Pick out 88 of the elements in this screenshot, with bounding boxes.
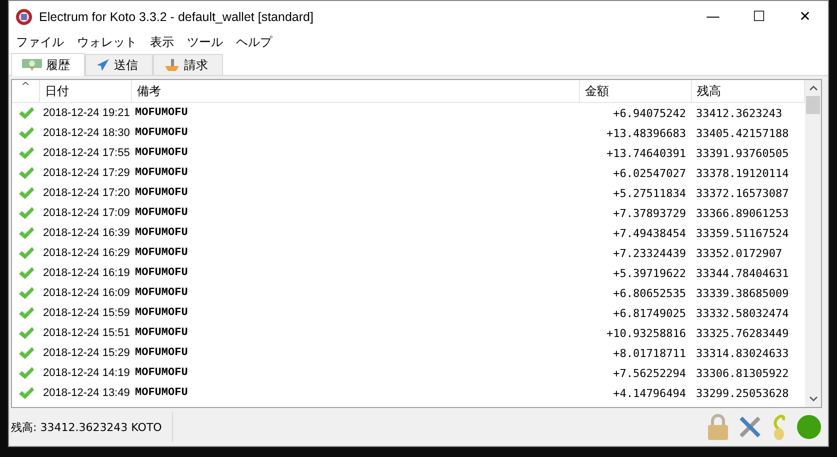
table-cell-text: +4.14796494: [612, 386, 687, 400]
table-cell-text: +6.81749025: [612, 306, 687, 320]
table-cell-text: MOFUMOFU: [134, 367, 189, 379]
banknote-icon: [22, 58, 42, 72]
table-cell-text: 33299.25053628: [695, 386, 790, 400]
table-cell-text: 33378.19120114: [695, 166, 790, 180]
table-cell-text: MOFUMOFU: [134, 287, 189, 299]
table-cell-text: 2018-12-24 14:19: [42, 367, 131, 379]
table-cell-text: +7.49438454: [612, 226, 687, 240]
tools-icon[interactable]: [738, 415, 762, 439]
table-cell-text: MOFUMOFU: [134, 167, 189, 179]
table-cell-text: 33339.38685009: [695, 286, 790, 300]
table-cell-text: MOFUMOFU: [134, 267, 189, 279]
table-cell-text: 33391.93760505: [695, 146, 790, 160]
table-cell-text: +6.80652535: [612, 286, 687, 300]
status-light-icon[interactable]: [796, 414, 822, 440]
table-cell-text: +6.02547027: [612, 166, 687, 180]
table-cell-text: 2018-12-24 15:51: [42, 327, 131, 339]
table-cell-text: +7.56252294: [612, 366, 687, 380]
table-cell-text: MOFUMOFU: [134, 107, 189, 119]
table-cell-text: MOFUMOFU: [134, 327, 189, 339]
minimize-button[interactable]: —: [690, 1, 736, 32]
table-cell-text: 2018-12-24 16:39: [42, 227, 131, 239]
table-cell-text: 33306.81305922: [695, 366, 790, 380]
table-cell-text: MOFUMOFU: [134, 307, 189, 319]
table-cell-text: 33372.16573087: [695, 186, 790, 200]
table-cell-text: 33359.51167524: [695, 226, 790, 240]
table-cell-text: 2018-12-24 15:29: [42, 347, 131, 359]
table-cell-text: 2018-12-24 17:29: [42, 167, 131, 179]
scroll-down-icon[interactable]: [808, 396, 818, 402]
table-cell-text: 2018-12-24 17:09: [42, 207, 131, 219]
table-cell-text: MOFUMOFU: [134, 227, 189, 239]
table-cell-text: 2018-12-24 19:21: [42, 107, 131, 119]
menu-item[interactable]: 表示: [145, 34, 182, 51]
scroll-up-icon[interactable]: [808, 85, 818, 91]
menu-item[interactable]: ツール: [182, 34, 231, 51]
table-cell-text: MOFUMOFU: [134, 187, 189, 199]
window-title: Electrum for Koto 3.3.2 - default_wallet [standard]: [39, 10, 314, 24]
table-cell-text: MOFUMOFU: [134, 387, 189, 399]
table-cell-text: 33352.0172907: [695, 246, 784, 260]
table-cell-text: +13.74640391: [606, 146, 687, 160]
table-cell-text: 33332.58032474: [695, 306, 790, 320]
table-cell-text: 2018-12-24 16:29: [42, 247, 131, 259]
tab[interactable]: 請求: [153, 54, 223, 75]
menu-item[interactable]: ファイル: [11, 34, 72, 51]
table-cell-text: 2018-12-24 17:20: [42, 187, 131, 199]
table-cell-text: 33412.3623243: [695, 106, 784, 120]
tab[interactable]: 履歴: [11, 53, 85, 76]
table-cell-text: +7.23324439: [612, 246, 687, 260]
table-cell-text: MOFUMOFU: [134, 127, 189, 139]
table-cell-text: +13.48396683: [606, 126, 687, 140]
close-button[interactable]: ✕: [782, 1, 828, 32]
table-cell-text: +5.39719622: [612, 266, 687, 280]
table-cell-text: 2018-12-24 16:19: [42, 267, 131, 279]
table-cell-text: MOFUMOFU: [134, 347, 189, 359]
table-cell-text: 33344.78404631: [695, 266, 790, 280]
table-cell-text: +7.37893729: [612, 206, 687, 220]
scrollbar[interactable]: [805, 80, 821, 407]
table-cell-text: +10.93258816: [606, 326, 687, 340]
table-cell-text: +5.27511834: [612, 186, 687, 200]
table-cell-text: 2018-12-24 16:09: [42, 287, 131, 299]
table-cell-text: 33325.76283449: [695, 326, 790, 340]
menu-item[interactable]: ヘルプ: [231, 34, 280, 51]
table-cell-text: 33366.89061253: [695, 206, 790, 220]
table-cell-text: 33314.83024633: [695, 346, 790, 360]
table-cell-text: 2018-12-24 15:59: [42, 307, 131, 319]
paper-plane-icon: [96, 58, 110, 72]
table-cell-text: MOFUMOFU: [134, 147, 189, 159]
scroll-thumb[interactable]: [806, 96, 820, 114]
table-cell-text: +8.01718711: [612, 346, 687, 360]
balance-label: 残高: 33412.3623243 KOTO: [11, 412, 173, 442]
padlock-icon[interactable]: [706, 413, 730, 441]
sort-indicator[interactable]: ^: [12, 80, 40, 102]
table-cell-text: 2018-12-24 17:55: [42, 147, 131, 159]
tab[interactable]: 送信: [85, 54, 153, 75]
table-cell-text: 2018-12-24 13:49: [42, 387, 131, 399]
table-cell-text: MOFUMOFU: [134, 247, 189, 259]
menu-item[interactable]: ウォレット: [72, 34, 145, 51]
column-header[interactable]: 備考: [132, 80, 580, 102]
table-cell-text: 2018-12-24 18:30: [42, 127, 131, 139]
column-header[interactable]: 日付: [40, 80, 132, 102]
tray-icon: [164, 58, 180, 72]
app-logo-icon: [15, 8, 33, 26]
table-cell-text: +6.94075242: [612, 106, 687, 120]
column-header[interactable]: 金額: [580, 80, 692, 102]
maximize-button[interactable]: ☐: [736, 1, 782, 32]
table-cell-text: MOFUMOFU: [134, 207, 189, 219]
table-cell-text: 33405.42157188: [695, 126, 790, 140]
